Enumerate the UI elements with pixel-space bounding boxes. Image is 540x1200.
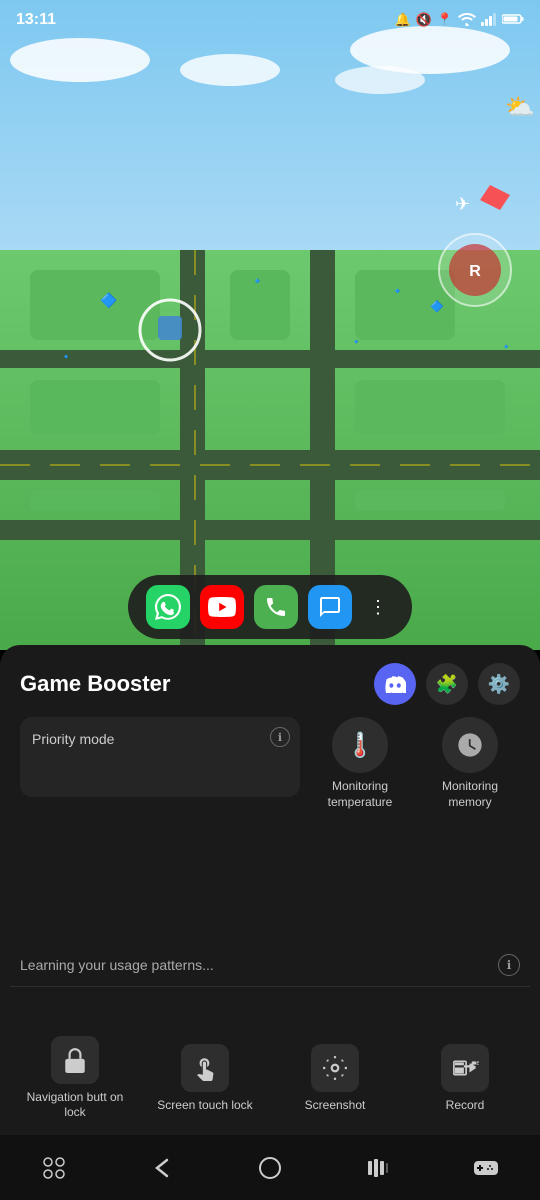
monitoring-row: Priority mode ℹ 🌡️ Monitoringtemperature… — [0, 717, 540, 820]
svg-text:🔹: 🔹 — [500, 342, 512, 353]
touch-lock-icon — [181, 1044, 229, 1092]
panel-header-icons: 🧩 ⚙️ — [374, 663, 520, 705]
more-apps-button[interactable]: ⋮ — [362, 591, 394, 623]
learning-text: Learning your usage patterns... — [20, 957, 214, 973]
touch-lock-action[interactable]: Screen touch lock — [145, 1044, 265, 1114]
learning-info-icon[interactable]: ℹ — [498, 954, 520, 976]
signal-icon — [481, 12, 497, 29]
monitoring-memory-button[interactable]: Monitoringmemory — [420, 717, 520, 810]
svg-text:🔹: 🔹 — [350, 337, 362, 348]
panel-title: Game Booster — [20, 671, 170, 697]
quick-apps-bar: ⋮ — [128, 575, 412, 639]
monitoring-memory-icon — [442, 717, 498, 773]
nav-lock-icon — [51, 1036, 99, 1084]
svg-text:🔹: 🔹 — [60, 352, 72, 363]
game-booster-panel: Game Booster 🧩 ⚙️ Priority mode ℹ 🌡️ Mon… — [0, 645, 540, 1135]
status-bar: 13:11 🔔 🔇 📍 — [0, 0, 540, 40]
home-nav-button[interactable] — [246, 1144, 294, 1192]
nav-lock-label: Navigation butt on lock — [15, 1090, 135, 1121]
monitoring-temp-button[interactable]: 🌡️ Monitoringtemperature — [310, 717, 410, 810]
plugin-button[interactable]: 🧩 — [426, 663, 468, 705]
settings-button[interactable]: ⚙️ — [478, 663, 520, 705]
phone-app-icon[interactable] — [254, 585, 298, 629]
touch-lock-label: Screen touch lock — [157, 1098, 252, 1114]
alarm-icon: 🔔 — [394, 12, 410, 28]
whatsapp-app-icon[interactable] — [146, 585, 190, 629]
divider — [10, 986, 530, 987]
monitoring-temp-icon: 🌡️ — [332, 717, 388, 773]
svg-text:🔷: 🔷 — [100, 292, 117, 309]
learning-row: Learning your usage patterns... ℹ — [0, 940, 540, 986]
svg-text:✈: ✈ — [455, 194, 470, 214]
record-label: Record — [446, 1098, 485, 1114]
mute-icon: 🔇 — [416, 12, 432, 28]
priority-mode-area: Priority mode ℹ — [20, 717, 300, 797]
battery-icon — [502, 13, 524, 28]
discord-button[interactable] — [374, 663, 416, 705]
svg-text:⛅: ⛅ — [505, 94, 535, 121]
youtube-app-icon[interactable] — [200, 585, 244, 629]
screenshot-action[interactable]: Screenshot — [275, 1044, 395, 1114]
record-icon: REC — [441, 1044, 489, 1092]
apps-nav-button[interactable] — [30, 1144, 78, 1192]
svg-text:🔹: 🔹 — [390, 284, 405, 298]
action-buttons-row: Navigation butt on lock Screen touch loc… — [0, 1026, 540, 1135]
monitoring-temp-label: Monitoringtemperature — [328, 779, 393, 810]
svg-text:REC: REC — [473, 1060, 479, 1065]
svg-text:R: R — [469, 263, 481, 280]
gamepad-nav-button[interactable] — [462, 1144, 510, 1192]
screenshot-icon — [311, 1044, 359, 1092]
priority-mode-label: Priority mode — [32, 731, 114, 747]
record-action[interactable]: REC Record — [405, 1044, 525, 1114]
monitoring-memory-label: Monitoringmemory — [442, 779, 498, 810]
back-nav-button[interactable] — [138, 1144, 186, 1192]
screenshot-label: Screenshot — [305, 1098, 366, 1114]
messages-app-icon[interactable] — [308, 585, 352, 629]
system-nav-bar — [0, 1135, 540, 1200]
wifi-icon — [458, 12, 476, 29]
recents-nav-button[interactable] — [354, 1144, 402, 1192]
status-icons: 🔔 🔇 📍 — [394, 12, 524, 29]
priority-info-icon[interactable]: ℹ — [270, 727, 290, 747]
svg-text:🔹: 🔹 — [250, 274, 265, 288]
panel-header: Game Booster 🧩 ⚙️ — [0, 645, 540, 717]
location-icon: 📍 — [437, 12, 453, 28]
svg-text:🔷: 🔷 — [430, 300, 444, 313]
game-map: R ✈ 🔷 🔹 🔹 🔷 🔹 🔹 🔹 ⛅ — [0, 0, 540, 650]
nav-lock-action[interactable]: Navigation butt on lock — [15, 1036, 135, 1121]
map-svg: R ✈ 🔷 🔹 🔹 🔷 🔹 🔹 🔹 ⛅ — [0, 0, 540, 650]
status-time: 13:11 — [16, 11, 56, 29]
